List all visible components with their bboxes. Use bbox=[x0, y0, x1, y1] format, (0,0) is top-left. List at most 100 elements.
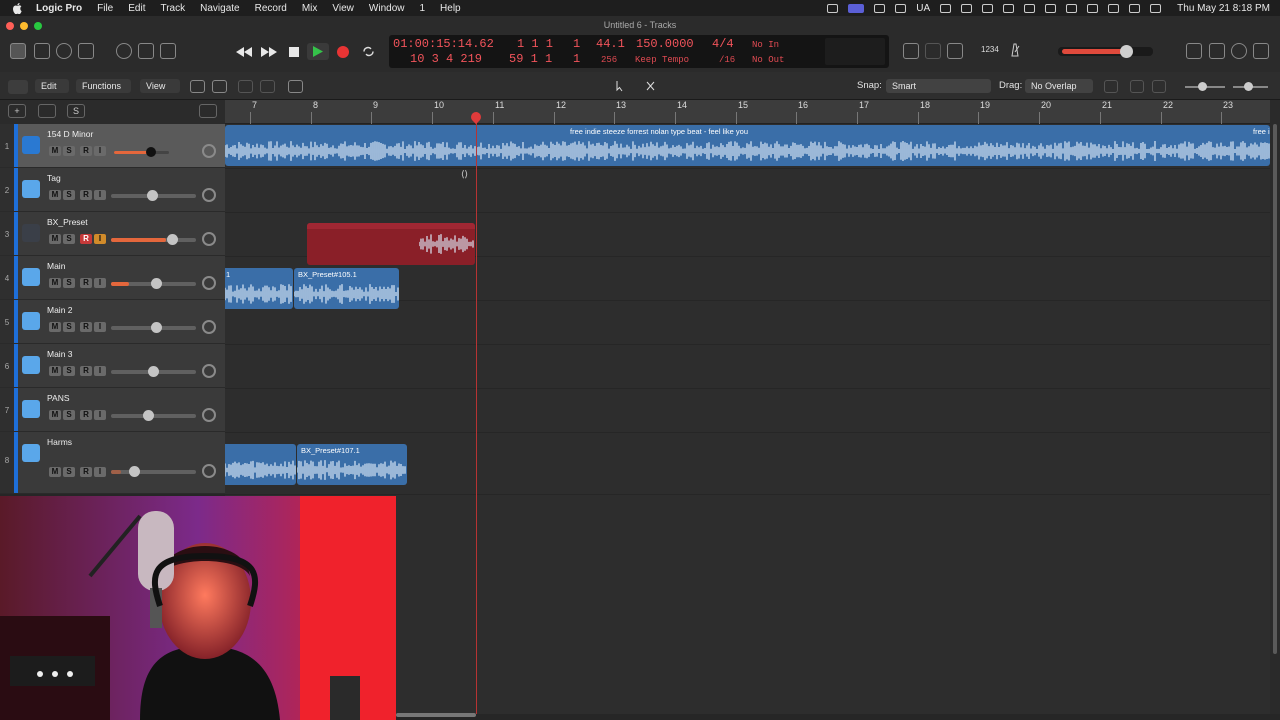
playhead[interactable] bbox=[476, 112, 477, 714]
browsers-icon[interactable] bbox=[1253, 43, 1269, 59]
waveform-zoom-icon[interactable] bbox=[1104, 80, 1118, 93]
library-icon[interactable] bbox=[10, 43, 26, 59]
close-window-button[interactable] bbox=[6, 22, 14, 30]
drag-dropdown[interactable]: No Overlap bbox=[1025, 79, 1093, 93]
record-enable-button[interactable]: R bbox=[80, 278, 92, 288]
view-menu[interactable]: View bbox=[140, 79, 180, 93]
audio-region-recording[interactable] bbox=[307, 223, 475, 265]
ruler-bar-10[interactable]: 10 bbox=[434, 100, 444, 110]
ruler-bar-9[interactable]: 9 bbox=[373, 100, 378, 110]
menu-record[interactable]: Record bbox=[255, 3, 287, 14]
ruler-bar-16[interactable]: 16 bbox=[798, 100, 808, 110]
pointer-tool-icon[interactable] bbox=[614, 80, 636, 93]
ruler-bar-15[interactable]: 15 bbox=[738, 100, 748, 110]
ruler-bar-14[interactable]: 14 bbox=[677, 100, 687, 110]
vertical-scroll-thumb[interactable] bbox=[1273, 124, 1277, 654]
input-monitor-button[interactable]: I bbox=[94, 322, 106, 332]
menu-edit[interactable]: Edit bbox=[128, 3, 145, 14]
volume-fader[interactable] bbox=[111, 234, 196, 245]
notepad-icon[interactable] bbox=[1209, 43, 1225, 59]
track-row[interactable]: 5 Main 2 M S R I bbox=[0, 300, 225, 344]
solo-button[interactable]: S bbox=[63, 234, 75, 244]
battery-icon[interactable] bbox=[1066, 3, 1078, 13]
lcd-tempo-mode[interactable]: Keep Tempo bbox=[635, 55, 689, 65]
ruler-bar-12[interactable]: 12 bbox=[556, 100, 566, 110]
volume-fader[interactable] bbox=[111, 410, 196, 421]
volume-fader[interactable] bbox=[111, 322, 196, 333]
track-name[interactable]: Main 2 bbox=[47, 305, 73, 315]
grid-view-icon[interactable] bbox=[190, 80, 205, 93]
record-enable-button[interactable]: R bbox=[80, 467, 92, 477]
record-button[interactable] bbox=[332, 43, 354, 60]
volume-fader[interactable] bbox=[111, 278, 196, 289]
track-row[interactable]: 6 Main 3 M S R I bbox=[0, 344, 225, 388]
audio-region-harms-b[interactable]: BX_Preset#107.1 bbox=[297, 444, 407, 485]
menu-one[interactable]: 1 bbox=[419, 3, 425, 14]
ruler-bar-21[interactable]: 21 bbox=[1102, 100, 1112, 110]
track-row[interactable]: 8 Harms M S R I bbox=[0, 432, 225, 494]
pan-knob[interactable] bbox=[202, 364, 216, 378]
apple-icon[interactable] bbox=[12, 2, 24, 14]
menu-mix[interactable]: Mix bbox=[302, 3, 318, 14]
ruler-bar-13[interactable]: 13 bbox=[616, 100, 626, 110]
rewind-button[interactable] bbox=[233, 43, 255, 60]
menu-navigate[interactable]: Navigate bbox=[200, 3, 239, 14]
track-row[interactable]: 2 Tag M S R I bbox=[0, 168, 225, 212]
ruler-bar-19[interactable]: 19 bbox=[980, 100, 990, 110]
input-monitor-button[interactable]: I bbox=[94, 146, 106, 156]
edit-menu[interactable]: Edit bbox=[35, 79, 69, 93]
catch-icon[interactable] bbox=[288, 80, 303, 93]
volume-knob[interactable] bbox=[143, 410, 154, 421]
pan-knob[interactable] bbox=[202, 464, 216, 478]
duplicate-track-icon[interactable] bbox=[38, 104, 56, 118]
solo-mode-icon[interactable] bbox=[925, 43, 941, 59]
audio-region-main-b[interactable]: BX_Preset#105.1 bbox=[294, 268, 399, 309]
ruler-bar-22[interactable]: 22 bbox=[1163, 100, 1173, 110]
list-editors-icon[interactable] bbox=[1186, 43, 1202, 59]
solo-button[interactable]: S bbox=[63, 278, 75, 288]
flex-icon[interactable] bbox=[260, 80, 275, 93]
metronome-icon[interactable] bbox=[1008, 43, 1024, 59]
inspector-icon[interactable] bbox=[34, 43, 50, 59]
horizontal-scroll-thumb[interactable] bbox=[396, 713, 476, 717]
solo-button[interactable]: S bbox=[63, 410, 75, 420]
track-row[interactable]: 3 BX_Preset M S R I bbox=[0, 212, 225, 256]
input-monitor-button[interactable]: I bbox=[94, 366, 106, 376]
volume-knob[interactable] bbox=[151, 322, 162, 333]
solo-button[interactable]: S bbox=[63, 190, 75, 200]
cycle-button[interactable] bbox=[357, 43, 379, 60]
count-in-button[interactable]: 1234 bbox=[981, 45, 999, 54]
pan-knob[interactable] bbox=[202, 188, 216, 202]
mute-button[interactable]: M bbox=[49, 190, 61, 200]
input-monitor-button[interactable]: I bbox=[94, 234, 106, 244]
mute-button[interactable]: M bbox=[49, 278, 61, 288]
mute-button[interactable]: M bbox=[49, 234, 61, 244]
mute-button[interactable]: M bbox=[49, 366, 61, 376]
record-enable-button[interactable]: R bbox=[80, 410, 92, 420]
tuner-icon[interactable] bbox=[903, 43, 919, 59]
status-k-icon[interactable] bbox=[895, 3, 907, 13]
audio-region-beat[interactable]: free indie steeze forrest nolan type bea… bbox=[225, 125, 1270, 166]
track-name[interactable]: PANS bbox=[47, 393, 70, 403]
input-monitor-button[interactable]: I bbox=[94, 190, 106, 200]
ruler-bar-7[interactable]: 7 bbox=[252, 100, 257, 110]
audio-region-main-a[interactable]: 1 bbox=[225, 268, 293, 309]
smart-controls-toggle[interactable] bbox=[8, 80, 28, 94]
track-name[interactable]: 154 D Minor bbox=[47, 129, 93, 139]
volume-knob[interactable] bbox=[167, 234, 178, 245]
ruler-bar-11[interactable]: 11 bbox=[495, 100, 504, 110]
pan-knob[interactable] bbox=[202, 232, 216, 246]
menu-help[interactable]: Help bbox=[440, 3, 461, 14]
menu-file[interactable]: File bbox=[97, 3, 113, 14]
horizontal-zoom-slider[interactable] bbox=[1233, 82, 1268, 91]
status-app-icon[interactable] bbox=[874, 3, 886, 13]
volume-knob[interactable] bbox=[151, 278, 162, 289]
ruler-bar-20[interactable]: 20 bbox=[1041, 100, 1051, 110]
pan-knob[interactable] bbox=[202, 408, 216, 422]
ruler-bar-8[interactable]: 8 bbox=[313, 100, 318, 110]
input-monitor-button[interactable]: I bbox=[94, 278, 106, 288]
vertical-zoom-knob[interactable] bbox=[1198, 82, 1207, 91]
track-name[interactable]: Main bbox=[47, 261, 65, 271]
quick-help-icon[interactable] bbox=[56, 43, 72, 59]
pan-knob[interactable] bbox=[202, 276, 216, 290]
